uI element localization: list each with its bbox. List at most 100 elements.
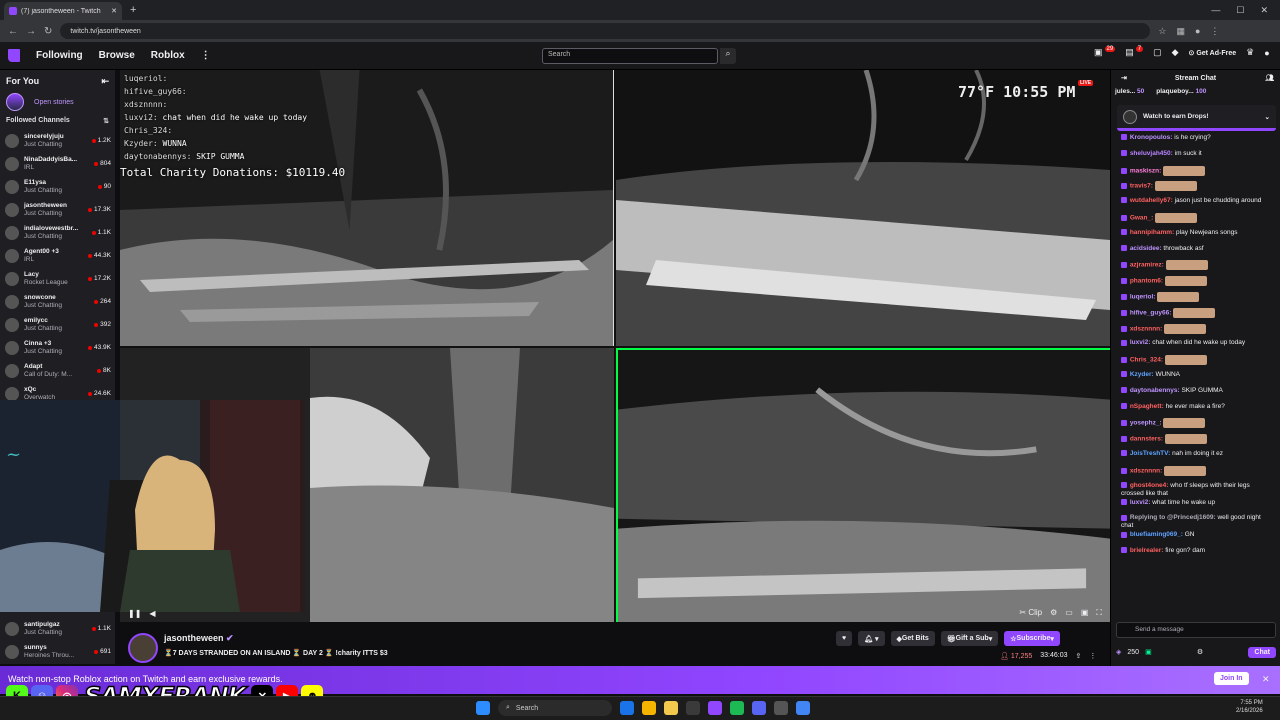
chat-message[interactable]: dannsters:: [1121, 433, 1274, 449]
new-tab-button[interactable]: +: [130, 4, 136, 16]
pause-icon[interactable]: ❚❚: [128, 609, 141, 618]
collapse-chat-icon[interactable]: ⇥: [1121, 74, 1127, 82]
notifications-icon[interactable]: ▤: [1125, 47, 1134, 58]
chat-message[interactable]: hannipihamm: play Newjeans songs: [1121, 228, 1274, 244]
chat-users-icon[interactable]: 👥︎: [1265, 74, 1274, 82]
chat-message[interactable]: wutdahelly67: jason just be chudding aro…: [1121, 196, 1274, 212]
twitch-app-icon[interactable]: [708, 701, 722, 715]
chat-username[interactable]: ghost4one4:: [1130, 482, 1169, 489]
share-icon[interactable]: ⇪: [1076, 652, 1082, 660]
expand-chevron-icon[interactable]: ⌄: [1265, 113, 1270, 121]
chat-username[interactable]: nSpaghett:: [1130, 403, 1164, 410]
chat-message[interactable]: yosephz_:: [1121, 417, 1274, 433]
chat-send-button[interactable]: Chat: [1248, 646, 1276, 658]
chat-username[interactable]: sheluvjah450:: [1130, 150, 1173, 157]
chat-username[interactable]: bluefiaming069_:: [1130, 531, 1183, 538]
forward-icon[interactable]: →: [26, 26, 36, 37]
chat-username[interactable]: luqeriol:: [1130, 294, 1156, 301]
chat-message[interactable]: brielrealer: fire gon? dam: [1121, 546, 1274, 562]
discord-app-icon[interactable]: [752, 701, 766, 715]
chat-username[interactable]: luxvi2:: [1130, 499, 1151, 506]
chat-username[interactable]: maskiszn:: [1130, 167, 1161, 174]
chat-username[interactable]: Gwan_:: [1130, 215, 1153, 222]
chat-username[interactable]: dannsters:: [1130, 436, 1163, 443]
menu-icon[interactable]: ⋮: [1210, 26, 1219, 37]
sidebar-channel-agent003[interactable]: Agent00 +3 IRL 44.3K: [0, 244, 115, 267]
nav-roblox[interactable]: Roblox: [151, 50, 185, 61]
prime-loot-icon[interactable]: ▣: [1094, 47, 1103, 58]
bits-icon[interactable]: ◆: [1172, 47, 1179, 58]
sidebar-channel-santipulgaz[interactable]: santipulgaz Just Chatting 1.1K: [0, 617, 115, 640]
notification-bell-icon[interactable]: 🔔︎ ▾: [858, 631, 885, 646]
chat-message[interactable]: Chris_324:: [1121, 354, 1274, 370]
browser-tab[interactable]: (7) jasontheween - Twitch ✕: [4, 2, 122, 20]
channel-points-icon[interactable]: ◈: [1116, 648, 1121, 656]
chat-message[interactable]: xdsznnnn:: [1121, 465, 1274, 481]
chat-username[interactable]: JoisTreshTV:: [1130, 450, 1170, 457]
chat-message-input[interactable]: Send a message: [1116, 622, 1276, 638]
maximize-icon[interactable]: ☐: [1236, 5, 1244, 16]
chrome-active-icon[interactable]: [796, 701, 810, 715]
banner-close-icon[interactable]: ✕: [1262, 674, 1270, 685]
chat-message[interactable]: sheluvjah450: im suck it: [1121, 149, 1274, 165]
chat-message[interactable]: luxvi2: what time he wake up: [1121, 498, 1274, 514]
url-field[interactable]: twitch.tv/jasontheween: [60, 23, 1151, 39]
sort-icon[interactable]: ⇅: [103, 117, 109, 125]
chat-username[interactable]: Kronopoulos:: [1130, 134, 1173, 141]
chat-message[interactable]: hifive_guy66:: [1121, 307, 1274, 323]
sidebar-channel-ninadaddyisba[interactable]: NinaDaddyisBa... IRL 804: [0, 152, 115, 175]
chat-message[interactable]: nSpaghett: he ever make a fire?: [1121, 402, 1274, 418]
spotify-icon[interactable]: [730, 701, 744, 715]
chat-message[interactable]: daytonabennys: SKIP GUMMA: [1121, 386, 1274, 402]
chat-message[interactable]: bluefiaming069_: GN: [1121, 530, 1274, 546]
sidebar-channel-emilycc[interactable]: emilycc Just Chatting 392: [0, 313, 115, 336]
bookmark-star-icon[interactable]: ☆: [1158, 26, 1166, 37]
chat-username[interactable]: travis7:: [1130, 183, 1153, 190]
twitch-logo-icon[interactable]: [8, 49, 20, 62]
edge-icon[interactable]: [620, 701, 634, 715]
sidebar-channel-adapt[interactable]: Adapt Call of Duty: M... 8K: [0, 359, 115, 382]
chat-message[interactable]: acidsidee: throwback asf: [1121, 244, 1274, 260]
store-icon[interactable]: [686, 701, 700, 715]
nav-more-icon[interactable]: ⋮: [201, 50, 211, 61]
file-explorer-icon[interactable]: [664, 701, 678, 715]
chat-username[interactable]: Kzyder:: [1130, 371, 1154, 378]
get-ad-free-button[interactable]: ⊙ Get Ad-Free: [1189, 49, 1237, 57]
steam-icon[interactable]: [774, 701, 788, 715]
gift-sub-button[interactable]: 🎁︎ Gift a Sub ▾: [940, 631, 999, 646]
chat-username[interactable]: brielrealer:: [1130, 547, 1164, 554]
windows-start-icon[interactable]: [476, 701, 490, 715]
chat-username[interactable]: Replying to @Princedj1609:: [1130, 514, 1216, 521]
follow-heart-icon[interactable]: ♥: [836, 631, 853, 646]
chat-username[interactable]: yosephz_:: [1130, 420, 1162, 427]
minimize-icon[interactable]: —: [1211, 5, 1220, 16]
chat-message[interactable]: luxvi2: chat when did he wake up today: [1121, 338, 1274, 354]
chat-username[interactable]: hannipihamm:: [1130, 229, 1174, 236]
back-icon[interactable]: ←: [8, 26, 18, 37]
subscribe-button[interactable]: ☆ Subscribe ▾: [1004, 631, 1060, 646]
pin-1[interactable]: jules... 50: [1115, 88, 1144, 95]
chat-username[interactable]: phantom6:: [1130, 278, 1163, 285]
join-in-button[interactable]: Join In: [1214, 672, 1249, 685]
taskbar-search[interactable]: ⌕ Search: [498, 700, 612, 716]
chat-username[interactable]: azjramirez:: [1130, 262, 1164, 269]
chat-message[interactable]: ghost4one4: who tf sleeps with their leg…: [1121, 481, 1274, 498]
chat-message[interactable]: Gwan_:: [1121, 212, 1274, 228]
chat-username[interactable]: xdsznnnn:: [1130, 467, 1163, 474]
chat-message[interactable]: luqeriol:: [1121, 291, 1274, 307]
get-bits-button[interactable]: ◆ Get Bits: [890, 631, 935, 646]
open-stories-button[interactable]: Open stories: [0, 87, 115, 117]
pip-icon[interactable]: ▣: [1081, 608, 1089, 618]
chat-message[interactable]: maskiszn:: [1121, 165, 1274, 181]
chat-username[interactable]: Chris_324:: [1130, 357, 1163, 364]
drops-banner[interactable]: Watch to earn Drops! ⌄: [1117, 105, 1276, 131]
chrome-icon[interactable]: [642, 701, 656, 715]
sidebar-channel-cinna3[interactable]: Cinna +3 Just Chatting 43.9K: [0, 336, 115, 359]
chat-message[interactable]: Kronopoulos: is he crying?: [1121, 133, 1274, 149]
streamer-name[interactable]: jasontheween ✔: [164, 633, 234, 644]
chat-message[interactable]: azjramirez:: [1121, 259, 1274, 275]
theatre-mode-icon[interactable]: ▭: [1065, 608, 1073, 618]
whispers-icon[interactable]: ▢: [1153, 47, 1162, 58]
chat-username[interactable]: daytonabennys:: [1130, 387, 1180, 394]
nav-following[interactable]: Following: [36, 50, 83, 61]
